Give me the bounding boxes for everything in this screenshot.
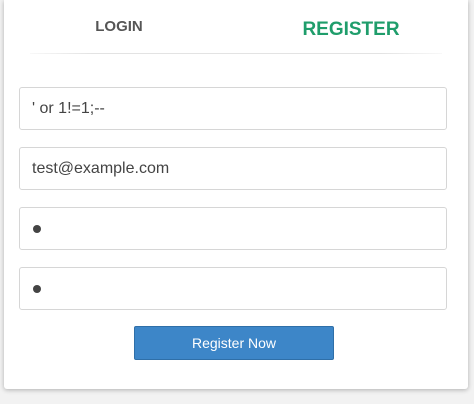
register-now-button[interactable]: Register Now — [134, 326, 334, 360]
confirm-password-mask-dot — [33, 284, 41, 293]
email-value: test@example.com — [32, 159, 170, 177]
username-value: ' or 1!=1;-- — [32, 99, 105, 117]
tab-register[interactable]: REGISTER — [234, 2, 468, 57]
tab-login[interactable]: LOGIN — [4, 0, 234, 54]
confirm-password-field[interactable] — [19, 267, 447, 310]
email-field[interactable]: test@example.com — [19, 147, 447, 190]
password-mask-dot — [33, 224, 41, 233]
register-card: LOGIN REGISTER ' or 1!=1;-- test@example… — [4, 0, 468, 389]
auth-tabs: LOGIN REGISTER — [4, 0, 468, 55]
username-field[interactable]: ' or 1!=1;-- — [19, 87, 447, 130]
password-field[interactable] — [19, 207, 447, 250]
tab-divider — [30, 53, 442, 54]
